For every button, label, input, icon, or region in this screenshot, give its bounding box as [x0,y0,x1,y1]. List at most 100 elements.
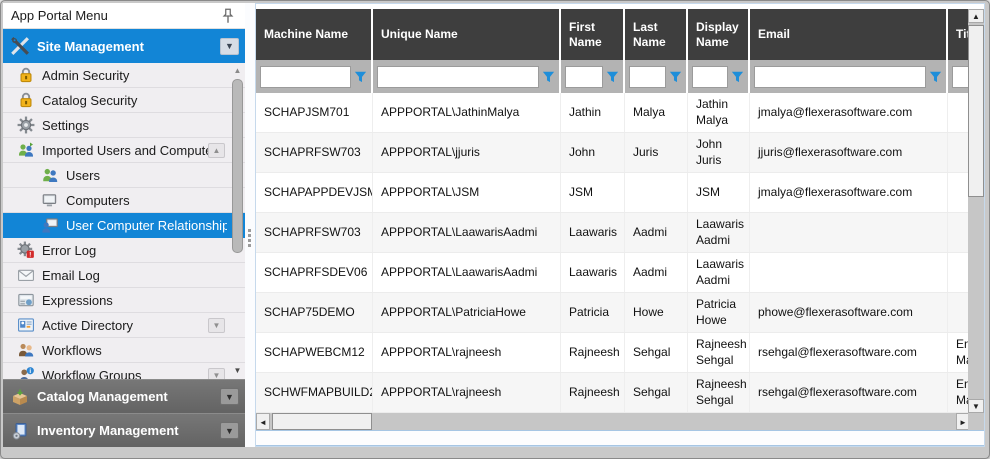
sidebar-item-workflows[interactable]: Workflows [3,338,245,363]
chevron-down-icon[interactable]: ▼ [220,38,239,55]
status-strip [256,430,984,446]
column-header-label: Unique Name [381,27,458,42]
table-row[interactable]: SCHAPWEBCM12APPPORTAL\rajneeshRajneeshSe… [256,333,970,373]
cell: SCHAPRFSW703 [256,133,373,172]
chevron-up-icon[interactable]: ▲ [208,143,225,158]
cell: Aadmi [625,253,688,292]
filter-funnel-icon[interactable] [606,70,619,83]
cell: Sehgal [625,373,688,412]
cell: Malya [625,93,688,132]
cell: Rajneesh [561,333,625,372]
chevron-down-icon[interactable]: ▼ [208,318,225,333]
expressions-icon [17,291,35,309]
grid-viewport: Machine Name Unique Name First NameLast Na… [256,9,970,413]
column-header-label: Email [758,27,790,42]
cell-value: Jathin [569,105,601,121]
sidebar-scrollbar[interactable]: ▲ ▼ [231,65,244,377]
sidebar-item-expressions[interactable]: Expressions [3,288,245,313]
scroll-up-icon[interactable]: ▲ [968,9,984,23]
group-label: Site Management [37,39,220,54]
cell: jmalya@flexerasoftware.com [750,173,948,212]
vertical-scrollbar[interactable]: ▲ ▼ [968,9,984,413]
table-row[interactable]: SCHWFMAPBUILD2APPPORTAL\rajneeshRajneesh… [256,373,970,413]
column-header-email[interactable]: Email [750,9,948,60]
chevron-down-icon[interactable]: ▼ [220,388,239,405]
table-row[interactable]: SCHAPRFSW703APPPORTAL\jjurisJohnJurisJoh… [256,133,970,173]
sidebar-group-inventory-management[interactable]: Inventory Management ▼ [3,413,245,447]
cell: SCHAPJSM701 [256,93,373,132]
scrollbar-thumb[interactable] [232,79,243,253]
filter-funnel-icon[interactable] [929,70,942,83]
table-row[interactable]: SCHAPRFSDEV06APPPORTAL\LaawarisAadmiLaaw… [256,253,970,293]
cell-value: Jathin Malya [696,97,741,128]
cell: Rajneesh [561,373,625,412]
sidebar-item-label: Imported Users and Computers [42,143,208,158]
sidebar-item-computers[interactable]: Computers [3,188,245,213]
sidebar-item-error-log[interactable]: !Error Log [3,238,245,263]
sidebar-item-label: Email Log [42,268,227,283]
workflow-groups-icon: i [17,366,35,379]
table-row[interactable]: SCHAPRFSW703APPPORTAL\LaawarisAadmiLaawa… [256,213,970,253]
cell: Laawaris Aadmi [688,213,750,252]
group-label: Inventory Management [37,423,220,438]
filter-funnel-icon[interactable] [354,70,367,83]
pin-icon[interactable] [219,7,237,25]
column-header-display-name[interactable]: Display Name [688,9,750,60]
filter-funnel-icon[interactable] [731,70,744,83]
filter-input-machine-name[interactable] [260,66,351,88]
sidebar-item-users[interactable]: Users [3,163,245,188]
sidebar-item-email-log[interactable]: Email Log [3,263,245,288]
sidebar-item-label: Settings [42,118,227,133]
filter-funnel-icon[interactable] [669,70,682,83]
table-row[interactable]: SCHAPAPPDEVJSMAPPPORTAL\JSMJSMJSMjmalya@… [256,173,970,213]
column-header-title[interactable]: Title [948,9,970,60]
column-header-unique-name[interactable]: Unique Name [373,9,561,60]
filter-input-last-name[interactable] [629,66,666,88]
cell [625,173,688,212]
scroll-down-icon[interactable]: ▼ [231,365,244,377]
sidebar-item-label: Admin Security [42,68,227,83]
cell-value: SCHAPRFSW703 [264,145,361,161]
sidebar-item-workflow-groups[interactable]: iWorkflow Groups▼ [3,363,245,379]
filter-input-email[interactable] [754,66,926,88]
horizontal-scrollbar[interactable]: ◄ ► [256,413,970,430]
sidebar-group-catalog-management[interactable]: Catalog Management ▼ [3,379,245,413]
sidebar-item-user-computer-relationships[interactable]: User Computer Relationships [3,213,245,238]
column-header-first-name[interactable]: First Name [561,9,625,60]
filter-input-first-name[interactable] [565,66,603,88]
cell: Jathin Malya [688,93,750,132]
sidebar-item-admin-security[interactable]: Admin Security [3,63,245,88]
filter-input-unique-name[interactable] [377,66,539,88]
chevron-down-icon[interactable]: ▼ [220,422,239,439]
cell-value: John Juris [696,137,741,168]
cell-value: Malya [633,105,665,121]
chevron-down-icon[interactable]: ▼ [208,368,225,380]
cell-value: JSM [696,185,720,201]
sidebar-group-site-management[interactable]: Site Management ▼ [3,29,245,63]
panel-splitter[interactable] [245,3,255,447]
table-row[interactable]: SCHAP75DEMOAPPPORTAL\PatriciaHowePatrici… [256,293,970,333]
scrollbar-thumb[interactable] [968,25,984,197]
grid-body: SCHAPJSM701APPPORTAL\JathinMalyaJathinMa… [256,93,970,413]
sidebar-item-imported-users-and-computers[interactable]: Imported Users and Computers▲ [3,138,245,163]
cell: John [561,133,625,172]
table-row[interactable]: SCHAPJSM701APPPORTAL\JathinMalyaJathinMa… [256,93,970,133]
cell-value: APPPORTAL\rajneesh [381,385,501,401]
scroll-down-icon[interactable]: ▼ [968,399,984,413]
filter-cell [948,60,970,93]
column-header-last-name[interactable]: Last Name [625,9,688,60]
sidebar-item-settings[interactable]: Settings [3,113,245,138]
scroll-left-icon[interactable]: ◄ [256,413,270,430]
cell: Juris [625,133,688,172]
column-header-label: Machine Name [264,27,348,42]
filter-input-display-name[interactable] [692,66,728,88]
sidebar-item-catalog-security[interactable]: Catalog Security [3,88,245,113]
column-header-machine-name[interactable]: Machine Name [256,9,373,60]
scroll-up-icon[interactable]: ▲ [231,65,244,77]
cell: JSM [688,173,750,212]
scrollbar-thumb[interactable] [272,413,372,430]
cell-value: jmalya@flexerasoftware.com [758,185,912,201]
cell: Eng Ma [948,333,970,372]
sidebar-item-active-directory[interactable]: Active Directory▼ [3,313,245,338]
filter-funnel-icon[interactable] [542,70,555,83]
